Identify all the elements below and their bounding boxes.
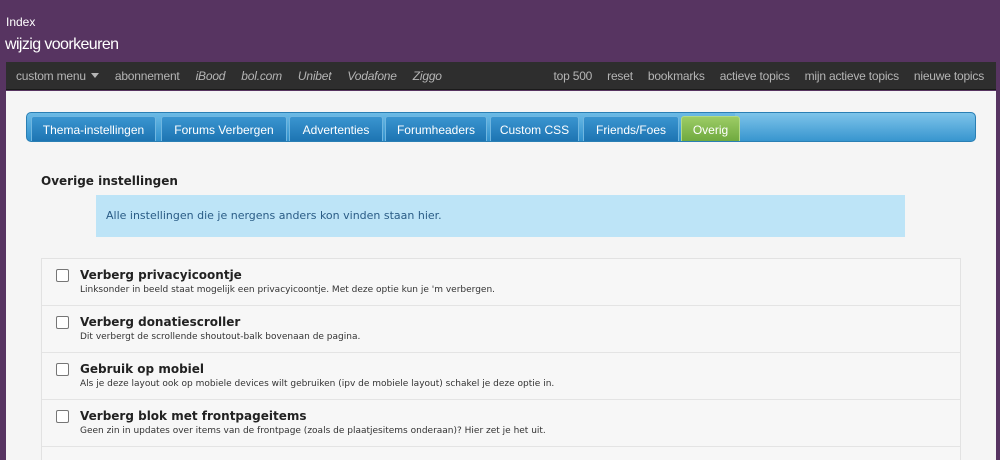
nav-custom-menu-label: custom menu <box>16 69 86 83</box>
options-list: Verberg privacyicoontje Linksonder in be… <box>41 258 961 460</box>
nav-bookmarks[interactable]: bookmarks <box>648 69 705 83</box>
header: Index wijzig voorkeuren <box>0 0 1000 62</box>
tab-advertenties[interactable]: Advertenties <box>289 116 383 141</box>
nav-reset[interactable]: reset <box>607 69 633 83</box>
option-verberg-donatiescroller: Verberg donatiescroller Dit verbergt de … <box>42 306 960 353</box>
option-title: Verberg donatiescroller <box>80 315 241 329</box>
tab-forumheaders[interactable]: Forumheaders <box>385 116 487 141</box>
option-title: Gebruik op mobiel <box>80 362 205 376</box>
settings-tab-bar: Thema-instellingen Forums Verbergen Adve… <box>26 112 976 142</box>
checkbox-verberg-donatiescroller[interactable] <box>56 316 69 329</box>
nav-unibet[interactable]: Unibet <box>298 69 332 83</box>
option-gebruik-op-mobiel: Gebruik op mobiel Als je deze layout ook… <box>42 353 960 400</box>
checkbox-verberg-frontpageitems[interactable] <box>56 410 69 423</box>
main-content: Thema-instellingen Forums Verbergen Adve… <box>6 91 996 460</box>
breadcrumb-index[interactable]: Index <box>6 15 35 29</box>
nav-top-500[interactable]: top 500 <box>554 69 593 83</box>
option-description: Dit verbergt de scrollende shoutout-balk… <box>80 332 361 342</box>
nav-custom-menu[interactable]: custom menu <box>16 69 99 83</box>
page-title: wijzig voorkeuren <box>5 36 119 53</box>
option-description: Geen zin in updates over items van de fr… <box>80 426 546 436</box>
nav-abonnement[interactable]: abonnement <box>115 69 180 83</box>
info-message: Alle instellingen die je nergens anders … <box>96 195 905 237</box>
nav-actieve-topics[interactable]: actieve topics <box>720 69 790 83</box>
tab-forums-verbergen[interactable]: Forums Verbergen <box>161 116 287 141</box>
tab-friends-foes[interactable]: Friends/Foes <box>583 116 679 141</box>
checkbox-gebruik-op-mobiel[interactable] <box>56 363 69 376</box>
nav-mijn-actieve-topics[interactable]: mijn actieve topics <box>805 69 899 83</box>
nav-left-group: custom menu abonnement iBood bol.com Uni… <box>16 62 458 90</box>
nav-ziggo[interactable]: Ziggo <box>413 69 442 83</box>
option-description: Linksonder in beeld staat mogelijk een p… <box>80 285 496 295</box>
option-verberg-frontpageitems: Verberg blok met frontpageitems Geen zin… <box>42 400 960 447</box>
nav-vodafone[interactable]: Vodafone <box>347 69 397 83</box>
nav-nieuwe-topics[interactable]: nieuwe topics <box>914 69 984 83</box>
nav-right-group: top 500 reset bookmarks actieve topics m… <box>539 62 985 90</box>
checkbox-verberg-privacyicoontje[interactable] <box>56 269 69 282</box>
option-title: Verberg blok met frontpageitems <box>80 409 307 423</box>
tab-custom-css[interactable]: Custom CSS <box>490 116 579 141</box>
tab-thema-instellingen[interactable]: Thema-instellingen <box>31 116 156 141</box>
nav-ibood[interactable]: iBood <box>196 69 226 83</box>
nav-bolcom[interactable]: bol.com <box>241 69 282 83</box>
tab-overig[interactable]: Overig <box>681 116 740 141</box>
option-description: Als je deze layout ook op mobiele device… <box>80 379 555 389</box>
option-title: Verberg privacyicoontje <box>80 268 242 282</box>
option-verberg-privacyicoontje: Verberg privacyicoontje Linksonder in be… <box>42 259 960 306</box>
chevron-down-icon <box>90 73 99 79</box>
top-navigation: custom menu abonnement iBood bol.com Uni… <box>6 62 996 90</box>
section-title: Overige instellingen <box>41 174 178 188</box>
